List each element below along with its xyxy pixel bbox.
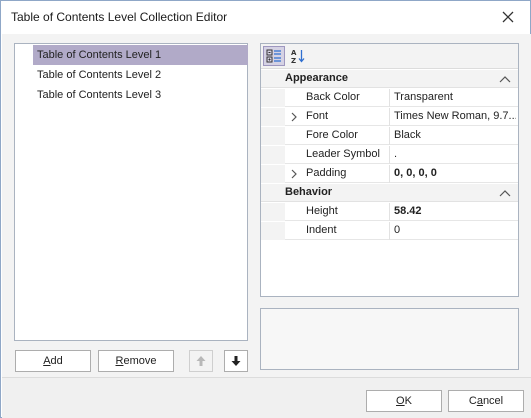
property-value[interactable]: 0, 0, 0, 0 [394, 167, 516, 179]
close-button[interactable] [494, 5, 522, 29]
title-bar: Table of Contents Level Collection Edito… [1, 1, 530, 34]
property-name: Indent [306, 224, 337, 236]
cancel-label-pre: C [468, 395, 477, 407]
move-up-button[interactable] [189, 350, 213, 372]
add-label-rest: dd [50, 355, 63, 367]
property-value[interactable]: 0 [394, 224, 516, 236]
list-item-level-1[interactable]: Table of Contents Level 1 [33, 45, 248, 65]
chevron-up-icon[interactable] [498, 187, 512, 199]
property-value[interactable]: . [394, 148, 516, 160]
remove-mnemonic: R [115, 355, 124, 367]
property-name: Height [306, 205, 338, 217]
ok-mnemonic: O [396, 395, 405, 407]
property-name: Padding [306, 167, 347, 179]
property-value[interactable]: Times New Roman, 9.7... [394, 110, 516, 122]
arrow-up-icon [196, 356, 206, 366]
category-appearance[interactable]: Appearance [261, 70, 518, 88]
collection-list[interactable]: Table of Contents Level 1 Table of Conte… [14, 43, 248, 341]
ok-button[interactable]: OK [366, 390, 442, 412]
arrow-down-icon [231, 356, 241, 366]
property-value[interactable]: 58.42 [394, 205, 516, 217]
collection-editor-dialog: Table of Contents Level Collection Edito… [0, 0, 531, 418]
alphabetical-view-button[interactable]: A Z [287, 46, 309, 66]
dialog-content: Table of Contents Level 1 Table of Conte… [2, 34, 531, 377]
property-name: Back Color [306, 91, 360, 103]
list-item-label: Table of Contents Level 1 [37, 49, 162, 61]
add-button[interactable]: Add [15, 350, 91, 372]
property-row-font[interactable]: Font Times New Roman, 9.7... [261, 108, 518, 126]
ok-label-rest: K [404, 395, 412, 407]
category-label: Behavior [285, 186, 333, 198]
property-row-fore-color[interactable]: Fore Color Black [261, 127, 518, 145]
category-behavior[interactable]: Behavior [261, 184, 518, 202]
dialog-footer: OK Ca ncel [2, 377, 531, 418]
property-row-leader-symbol[interactable]: Leader Symbol . [261, 146, 518, 164]
chevron-right-icon[interactable] [289, 168, 299, 180]
close-icon [502, 11, 514, 23]
cancel-button[interactable]: Ca ncel [448, 390, 524, 412]
property-name: Fore Color [306, 129, 358, 141]
svg-text:A: A [291, 49, 297, 57]
property-description-panel [260, 308, 519, 370]
remove-label-rest: emove [123, 355, 157, 367]
list-item-level-3[interactable]: Table of Contents Level 3 [33, 85, 248, 105]
property-row-height[interactable]: Height 58.42 [261, 203, 518, 221]
dialog-title: Table of Contents Level Collection Edito… [11, 10, 228, 24]
property-grid: A Z Appearance Back Color Transparent Fo… [260, 43, 519, 297]
list-item-level-2[interactable]: Table of Contents Level 2 [33, 65, 248, 85]
cancel-label-rest: ncel [482, 395, 504, 407]
category-label: Appearance [285, 72, 348, 84]
remove-button[interactable]: Remove [98, 350, 174, 372]
property-grid-toolbar: A Z [261, 44, 518, 69]
property-name: Font [306, 110, 329, 122]
property-row-padding[interactable]: Padding 0, 0, 0, 0 [261, 165, 518, 183]
categorized-view-button[interactable] [263, 46, 285, 66]
categorized-icon [266, 49, 281, 63]
property-value[interactable]: Transparent [394, 91, 516, 103]
add-mnemonic: A [43, 355, 51, 367]
chevron-right-icon[interactable] [289, 111, 299, 123]
property-value[interactable]: Black [394, 129, 516, 141]
svg-text:Z: Z [291, 57, 296, 64]
list-item-label: Table of Contents Level 3 [37, 89, 162, 101]
property-row-indent[interactable]: Indent 0 [261, 222, 518, 240]
move-down-button[interactable] [224, 350, 248, 372]
sort-alphabetical-icon: A Z [291, 49, 305, 64]
property-row-back-color[interactable]: Back Color Transparent [261, 89, 518, 107]
list-item-label: Table of Contents Level 2 [37, 69, 162, 81]
property-name: Leader Symbol [306, 148, 380, 160]
chevron-up-icon[interactable] [498, 73, 512, 85]
